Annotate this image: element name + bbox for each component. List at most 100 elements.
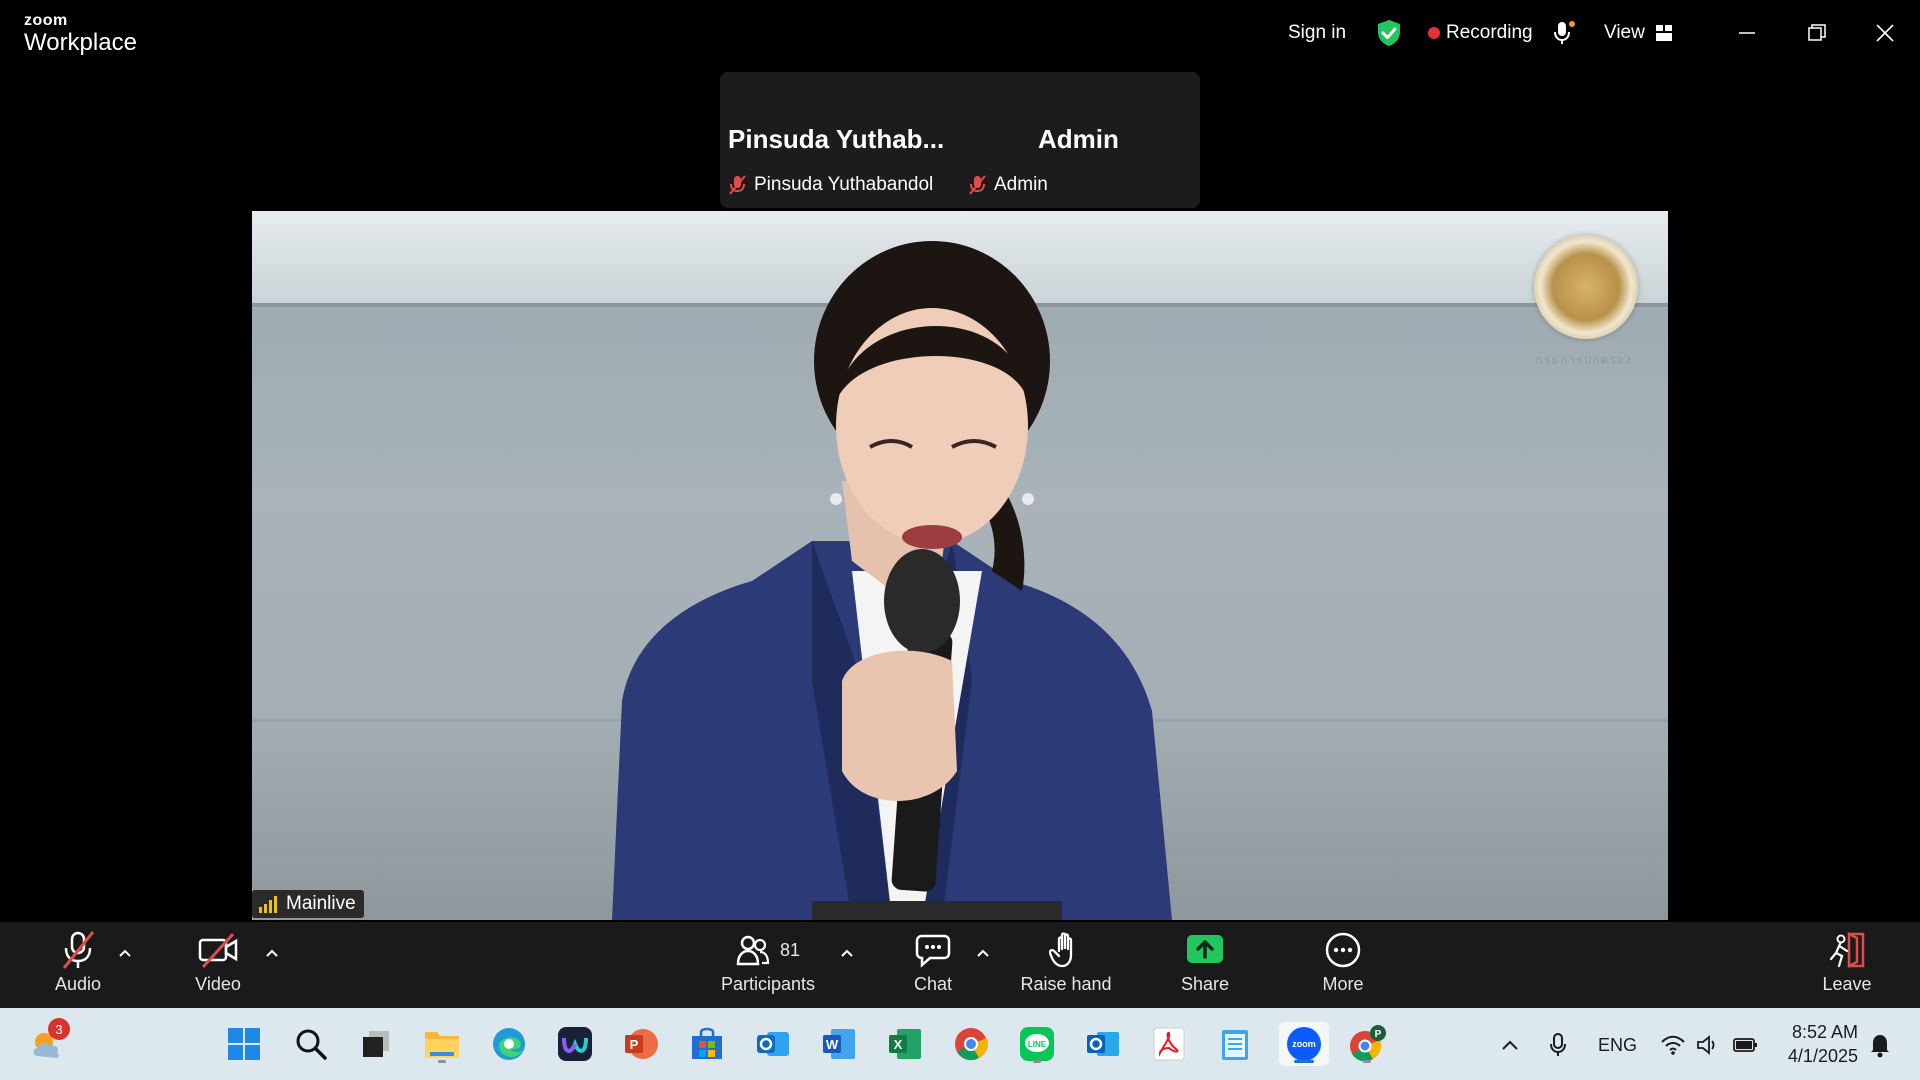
- file-explorer-app[interactable]: [420, 1022, 464, 1066]
- seal-caption: กรมการปกครอง: [1535, 353, 1632, 367]
- chat-options-caret[interactable]: [974, 944, 992, 962]
- restore-window-button[interactable]: [1800, 16, 1834, 50]
- input-language-indicator[interactable]: ENG: [1598, 1030, 1637, 1060]
- chrome-profile-app[interactable]: P: [1345, 1022, 1389, 1066]
- restore-icon: [1808, 24, 1826, 41]
- search-button[interactable]: [289, 1022, 333, 1066]
- chrome-app[interactable]: [949, 1022, 993, 1066]
- outlook-new-icon: [757, 1032, 789, 1056]
- store-icon: [692, 1027, 722, 1059]
- more-options-icon: [1325, 932, 1361, 968]
- microsoft-store-app[interactable]: [685, 1022, 729, 1066]
- more-button[interactable]: More: [1288, 930, 1398, 995]
- close-window-button[interactable]: [1868, 16, 1902, 50]
- webex-icon: [558, 1027, 592, 1061]
- thumbnail-name-admin[interactable]: Admin: [1038, 124, 1119, 155]
- svg-text:zoom: zoom: [1292, 1039, 1316, 1049]
- chevron-up-icon: [119, 949, 131, 957]
- notification-bell-icon: [1871, 1035, 1889, 1058]
- webex-app[interactable]: [553, 1022, 597, 1066]
- outlook-new-app[interactable]: [751, 1022, 795, 1066]
- recording-dot-icon: [1428, 27, 1440, 39]
- word-icon: W: [823, 1029, 855, 1059]
- audio-label: Audio: [54, 974, 102, 994]
- notifications-button[interactable]: [1868, 1030, 1892, 1060]
- title-bar: zoom Workplace Sign in Recording View: [0, 0, 1920, 64]
- svg-text:LINE: LINE: [1028, 1040, 1047, 1049]
- video-options-caret[interactable]: [263, 944, 281, 962]
- audio-button[interactable]: Audio: [23, 930, 133, 995]
- chevron-up-icon: [1502, 1040, 1518, 1050]
- edge-icon: [493, 1028, 525, 1060]
- participants-icon: [736, 935, 770, 966]
- edge-browser-app[interactable]: [487, 1022, 531, 1066]
- encryption-shield-icon[interactable]: [1376, 18, 1402, 48]
- view-menu-button[interactable]: View: [1604, 18, 1673, 48]
- close-icon: [1876, 24, 1894, 42]
- outlook-app[interactable]: [1081, 1022, 1125, 1066]
- leave-meeting-button[interactable]: Leave: [1792, 930, 1902, 995]
- start-button[interactable]: [222, 1022, 266, 1066]
- recording-indicator[interactable]: Recording: [1428, 18, 1533, 48]
- sign-in-link[interactable]: Sign in: [1288, 18, 1346, 48]
- audio-options-caret[interactable]: [116, 944, 134, 962]
- notepad-app[interactable]: [1213, 1022, 1257, 1066]
- running-indicator: [1033, 1060, 1041, 1063]
- svg-text:X: X: [894, 1037, 903, 1052]
- svg-text:W: W: [826, 1037, 839, 1052]
- mic-status-icon[interactable]: [1552, 18, 1576, 48]
- acrobat-app[interactable]: [1147, 1022, 1191, 1066]
- minimize-window-button[interactable]: [1730, 16, 1764, 50]
- clock-time: 8:52 AM: [1791, 1022, 1858, 1042]
- video-off-icon: [198, 932, 238, 969]
- excel-app[interactable]: X: [883, 1022, 927, 1066]
- volume-icon: [1697, 1035, 1715, 1055]
- thumbnail-name-pinsuda[interactable]: Pinsuda Yuthab...: [728, 124, 944, 155]
- show-hidden-icons-button[interactable]: [1500, 1030, 1520, 1060]
- zoom-app[interactable]: zoom: [1279, 1022, 1329, 1066]
- thumbnail-tag-label: Pinsuda Yuthabandol: [754, 174, 934, 195]
- participants-options-caret[interactable]: [838, 944, 856, 962]
- grid-view-icon: [1655, 25, 1672, 41]
- leave-label: Leave: [1822, 974, 1872, 994]
- thumbnail-tag-admin: Admin: [964, 172, 1054, 198]
- wifi-icon: [1661, 1035, 1685, 1055]
- recording-label: Recording: [1446, 22, 1533, 43]
- speaker-person-image: [612, 241, 1172, 920]
- chevron-up-icon: [266, 949, 278, 957]
- app-brand: zoom Workplace: [24, 13, 137, 55]
- raise-hand-button[interactable]: Raise hand: [1011, 930, 1121, 995]
- line-icon: LINE: [1020, 1027, 1054, 1061]
- word-app[interactable]: W: [817, 1022, 861, 1066]
- chevron-up-icon: [977, 949, 989, 957]
- muted-microphone-icon: [62, 931, 95, 969]
- network-sound-battery-group[interactable]: [1660, 1030, 1760, 1060]
- running-indicator: [438, 1060, 446, 1063]
- chrome-profile-icon: P: [1350, 1025, 1386, 1062]
- stream-name-label: Mainlive: [252, 890, 364, 918]
- svg-text:P: P: [630, 1037, 639, 1052]
- main-video-feed[interactable]: กรมการปกครอง: [252, 211, 1668, 920]
- muted-mic-icon: [969, 175, 986, 195]
- windows-logo-icon: [228, 1028, 260, 1060]
- outlook-icon: [1087, 1032, 1119, 1056]
- clock-date: 4/1/2025: [1787, 1046, 1858, 1066]
- video-button[interactable]: Video: [163, 930, 273, 995]
- system-clock[interactable]: 8:52 AM 4/1/2025: [1788, 1020, 1858, 1068]
- search-icon: [296, 1029, 327, 1060]
- task-view-button[interactable]: [354, 1022, 398, 1066]
- participants-label: Participants: [720, 974, 816, 994]
- powerpoint-icon: P: [625, 1029, 658, 1059]
- share-label: Share: [1180, 974, 1230, 994]
- chevron-up-icon: [841, 949, 853, 957]
- powerpoint-app[interactable]: P: [619, 1022, 663, 1066]
- government-seal-logo: [1534, 235, 1638, 339]
- excel-icon: X: [889, 1029, 921, 1059]
- share-button[interactable]: Share: [1150, 930, 1260, 995]
- chat-button[interactable]: Chat: [878, 930, 988, 995]
- tray-microphone-icon[interactable]: [1548, 1030, 1568, 1060]
- battery-icon: [1733, 1038, 1757, 1052]
- participants-button[interactable]: 81 Participants: [713, 930, 823, 995]
- minimize-icon: [1739, 32, 1755, 34]
- line-app[interactable]: LINE: [1015, 1022, 1059, 1066]
